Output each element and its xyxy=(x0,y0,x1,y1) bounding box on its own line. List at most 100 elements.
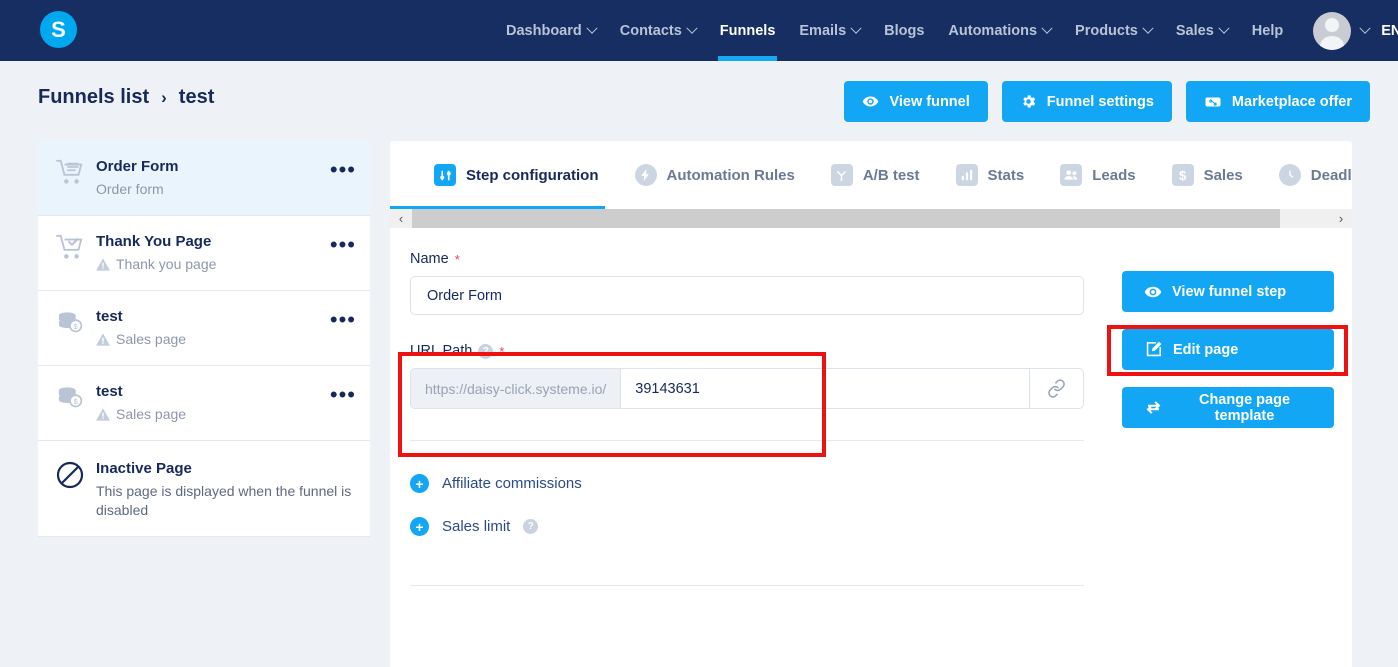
tab-automation-rules[interactable]: Automation Rules xyxy=(617,141,813,209)
sidebar-step-menu-button[interactable]: ••• xyxy=(330,232,356,256)
order-cart-icon xyxy=(56,157,96,192)
tab-leads[interactable]: Leads xyxy=(1042,141,1153,209)
nav-item-products[interactable]: Products xyxy=(1063,0,1164,61)
split-icon xyxy=(830,164,853,186)
scroll-right-arrow-icon[interactable]: › xyxy=(1330,211,1352,226)
sidebar-step-body: test Sales page xyxy=(96,307,330,349)
sidebar-step-inactive-page[interactable]: Inactive Page This page is displayed whe… xyxy=(38,441,370,537)
funnel-settings-button[interactable]: Funnel settings xyxy=(1001,81,1172,122)
main-nav-items: Dashboard Contacts Funnels Emails Blogs … xyxy=(494,0,1398,61)
copy-link-button[interactable] xyxy=(1029,369,1083,408)
url-path-input-group: https://daisy-click.systeme.io/ 39143631 xyxy=(410,368,1084,409)
sidebar-step-body: test Sales page xyxy=(96,382,330,424)
scrollbar-thumb[interactable] xyxy=(412,209,1280,228)
sidebar-step-test-2[interactable]: $ test Sales page ••• xyxy=(38,366,370,441)
view-funnel-button[interactable]: View funnel xyxy=(844,81,988,122)
nav-label-automations: Automations xyxy=(948,22,1038,39)
required-asterisk: * xyxy=(454,251,460,267)
nav-item-funnels[interactable]: Funnels xyxy=(708,0,788,61)
scroll-left-arrow-icon[interactable]: ‹ xyxy=(390,211,412,226)
warning-icon xyxy=(96,258,110,271)
tab-stats[interactable]: Stats xyxy=(938,141,1043,209)
change-page-template-button[interactable]: Change page template xyxy=(1122,387,1334,428)
sidebar-step-body: Thank You Page Thank you page xyxy=(96,232,330,274)
sidebar-step-title: test xyxy=(96,383,123,400)
url-path-input[interactable]: 39143631 xyxy=(621,369,1029,408)
form-divider-1 xyxy=(410,440,1084,441)
affiliate-commissions-toggle[interactable]: + Affiliate commissions xyxy=(410,474,1352,493)
nav-item-help[interactable]: Help xyxy=(1240,0,1295,61)
tab-ab-test[interactable]: A/B test xyxy=(813,141,938,209)
tab-sales[interactable]: $ Sales xyxy=(1154,141,1261,209)
dollar-icon: $ xyxy=(1171,164,1194,186)
sidebar-step-menu-button[interactable]: ••• xyxy=(330,157,356,181)
required-asterisk: * xyxy=(499,343,505,359)
bolt-icon xyxy=(634,164,657,186)
nav-label-blogs: Blogs xyxy=(884,22,925,39)
nav-item-emails[interactable]: Emails xyxy=(787,0,872,61)
tab-step-configuration[interactable]: Step configuration xyxy=(416,141,617,209)
funnel-settings-label: Funnel settings xyxy=(1046,93,1154,110)
panel-tabs: Step configuration Automation Rules A/B … xyxy=(390,141,1352,209)
marketplace-offer-button[interactable]: Marketplace offer xyxy=(1185,81,1370,122)
sidebar-step-subtitle: Sales page xyxy=(96,330,330,349)
header-action-buttons: View funnel Funnel settings Marketplace … xyxy=(844,81,1370,122)
sidebar-step-menu-button[interactable]: ••• xyxy=(330,307,356,331)
warning-icon xyxy=(96,333,110,346)
url-path-label-text: URL Path xyxy=(410,343,473,359)
tab-deadline-settings[interactable]: Deadline s xyxy=(1261,141,1352,209)
nav-label-sales: Sales xyxy=(1175,22,1214,39)
view-funnel-step-label: View funnel step xyxy=(1172,283,1287,300)
chevron-down-icon xyxy=(850,22,862,34)
account-menu[interactable] xyxy=(1313,11,1371,50)
avatar xyxy=(1313,11,1352,50)
nav-item-contacts[interactable]: Contacts xyxy=(608,0,708,61)
name-input[interactable]: Order Form xyxy=(410,276,1084,315)
plus-icon: + xyxy=(410,517,429,536)
coins-icon: $ xyxy=(56,307,96,342)
sidebar-step-subtitle: Thank you page xyxy=(96,255,330,274)
language-selector[interactable]: EN xyxy=(1381,23,1398,39)
nav-label-funnels: Funnels xyxy=(719,22,776,39)
breadcrumb-root-link[interactable]: Funnels list xyxy=(38,86,149,109)
nav-item-sales[interactable]: Sales xyxy=(1164,0,1240,61)
nav-item-dashboard[interactable]: Dashboard xyxy=(494,0,608,61)
scrollbar-track[interactable] xyxy=(412,209,1330,228)
nav-label-emails: Emails xyxy=(799,22,847,39)
eye-icon xyxy=(862,93,879,110)
sales-limit-toggle[interactable]: + Sales limit ? xyxy=(410,517,1352,536)
step-detail-panel: Step configuration Automation Rules A/B … xyxy=(390,141,1352,667)
form-divider-2 xyxy=(410,585,1084,586)
sidebar-step-thank-you-page[interactable]: Thank You Page Thank you page ••• xyxy=(38,216,370,291)
edit-page-button[interactable]: Edit page xyxy=(1122,329,1334,370)
side-action-buttons: View funnel step Edit page Change page t… xyxy=(1122,271,1334,428)
url-path-value: 39143631 xyxy=(635,380,700,397)
no-entry-icon xyxy=(56,459,96,494)
change-page-template-label: Change page template xyxy=(1198,391,1291,424)
chevron-down-icon xyxy=(586,22,598,34)
sidebar-step-body: Order Form Order form xyxy=(96,157,330,199)
sidebar-step-test-1[interactable]: $ test Sales page ••• xyxy=(38,291,370,366)
help-icon[interactable]: ? xyxy=(478,343,494,359)
nav-item-automations[interactable]: Automations xyxy=(936,0,1063,61)
sidebar-step-subtitle: Sales page xyxy=(96,405,330,424)
breadcrumb-separator-icon: › xyxy=(161,87,167,107)
tab-label: Automation Rules xyxy=(666,166,795,184)
help-icon[interactable]: ? xyxy=(523,519,539,534)
affiliate-commissions-label: Affiliate commissions xyxy=(442,475,582,492)
sidebar-step-title: test xyxy=(96,308,123,325)
sales-limit-label: Sales limit xyxy=(442,518,511,535)
view-funnel-step-button[interactable]: View funnel step xyxy=(1122,271,1334,312)
url-prefix: https://daisy-click.systeme.io/ xyxy=(411,369,622,408)
swap-icon xyxy=(1144,398,1163,417)
coins-icon: $ xyxy=(56,382,96,417)
tabs-horizontal-scrollbar[interactable]: ‹ › xyxy=(390,209,1352,228)
sidebar-step-menu-button[interactable]: ••• xyxy=(330,382,356,406)
sidebar-step-order-form[interactable]: Order Form Order form ••• xyxy=(38,141,370,216)
brand-logo[interactable]: S xyxy=(40,11,77,48)
nav-item-blogs[interactable]: Blogs xyxy=(872,0,936,61)
language-label: EN xyxy=(1381,22,1398,39)
sidebar-step-subtitle-text: Order form xyxy=(96,181,164,197)
chevron-down-icon xyxy=(686,22,698,34)
plus-icon: + xyxy=(410,474,429,493)
